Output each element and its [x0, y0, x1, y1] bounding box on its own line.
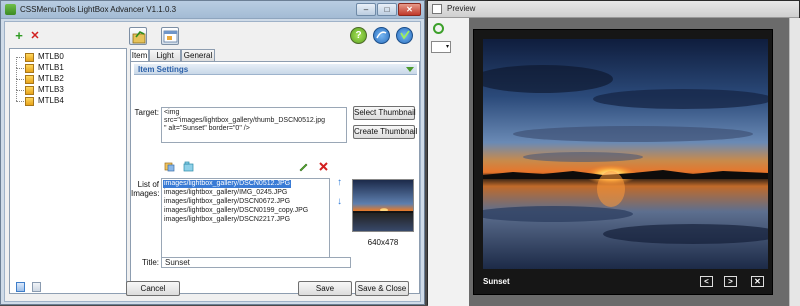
title-bar: CSSMenuTools LightBox Advancer V1.1.0.3 …	[1, 1, 424, 19]
move-down-icon[interactable]: ↓	[335, 197, 344, 207]
target-textarea[interactable]: <img src="images/lightbox_gallery/thumb_…	[161, 107, 347, 143]
lightbox: Sunset < > ✕	[473, 29, 773, 295]
window-body: + ✕ ? MTLB0 MTLB1 MTLB2 MTLB3 MTLB4 Item…	[4, 21, 421, 302]
folder-icon	[25, 64, 34, 73]
folder-icon	[25, 53, 34, 62]
list-item[interactable]: images/lightbox_gallery/DSCN0512.JPG	[163, 180, 292, 188]
next-button[interactable]: >	[724, 276, 737, 287]
menu-tree[interactable]: MTLB0 MTLB1 MTLB2 MTLB3 MTLB4	[9, 48, 127, 294]
create-thumbnail-button[interactable]: Create Thumbnail	[353, 125, 417, 139]
thumbnail-preview	[352, 179, 414, 232]
thumbnail-dimensions: 640x478	[367, 238, 399, 247]
target-label: Target:	[134, 108, 159, 117]
list-item[interactable]: images/lightbox_gallery/IMG_0245.JPG	[163, 189, 288, 197]
cancel-button[interactable]: Cancel	[126, 281, 180, 296]
prev-button[interactable]: <	[700, 276, 713, 287]
background-color-select[interactable]: ▾	[431, 41, 451, 53]
folder-icon	[25, 86, 34, 95]
list-item[interactable]: images/lightbox_gallery/DSCN0199_copy.JP…	[163, 207, 309, 215]
tab-light-box[interactable]: Light Box	[149, 49, 181, 71]
add-image-icon[interactable]	[164, 161, 175, 172]
copy-icon[interactable]	[16, 282, 25, 292]
preview-title-bar: Preview	[428, 1, 799, 18]
folder-icon	[25, 75, 34, 84]
preview-title: Preview	[447, 4, 476, 13]
list-item[interactable]: images/lightbox_gallery/DSCN2217.JPG	[163, 216, 291, 224]
close-button[interactable]: ✕	[398, 3, 421, 16]
paste-icon[interactable]	[32, 282, 41, 292]
maximize-button[interactable]: □	[377, 3, 397, 16]
title-input[interactable]: Sunset	[161, 257, 351, 268]
edit-pencil-icon[interactable]	[298, 161, 309, 172]
folder-icon	[25, 97, 34, 106]
preview-window-icon[interactable]	[161, 27, 179, 45]
help-icon[interactable]: ?	[350, 27, 367, 44]
app-icon	[5, 4, 16, 15]
add-item-icon[interactable]: +	[13, 29, 25, 42]
lightbox-image	[483, 39, 768, 269]
remove-image-icon[interactable]	[318, 161, 329, 172]
vertical-scrollbar[interactable]	[789, 18, 800, 306]
export-icon[interactable]	[129, 27, 147, 45]
section-title: Item Settings	[138, 65, 189, 74]
main-window: CSSMenuTools LightBox Advancer V1.1.0.3 …	[0, 0, 425, 305]
preview-window: Preview ▾ Sunset < > ✕	[427, 0, 800, 306]
select-thumbnail-button[interactable]: Select Thumbnail	[353, 106, 416, 120]
refresh-icon[interactable]	[433, 23, 444, 34]
window-title: CSSMenuTools LightBox Advancer V1.1.0.3	[20, 5, 177, 14]
section-header[interactable]: Item Settings	[134, 64, 417, 75]
preview-toolbar: ▾	[428, 18, 469, 306]
delete-item-icon[interactable]: ✕	[29, 30, 41, 42]
lightbox-close-button[interactable]: ✕	[751, 276, 764, 287]
move-up-icon[interactable]: ↑	[335, 178, 344, 188]
minimize-button[interactable]: –	[356, 3, 376, 16]
tab-general[interactable]: General	[181, 49, 215, 61]
list-item[interactable]: images/lightbox_gallery/DSCN0672.JPG	[163, 198, 291, 206]
title-label: Title:	[141, 258, 159, 267]
update-icon[interactable]	[396, 27, 413, 44]
preview-window-icon	[432, 4, 442, 14]
item-settings-panel: Item Settings Target: <img src="images/l…	[130, 61, 420, 294]
add-folder-icon[interactable]	[183, 161, 194, 172]
preview-canvas: Sunset < > ✕	[469, 18, 800, 306]
images-listbox[interactable]: images/lightbox_gallery/DSCN0512.JPG ima…	[161, 178, 330, 260]
save-button[interactable]: Save	[298, 281, 352, 296]
web-icon[interactable]	[373, 27, 390, 44]
images-label: List of Images:	[131, 180, 160, 198]
chevron-down-icon: ▾	[445, 44, 449, 50]
lightbox-caption: Sunset	[483, 277, 510, 286]
save-close-button[interactable]: Save & Close	[355, 281, 409, 296]
collapse-chevron-icon[interactable]	[406, 67, 414, 72]
